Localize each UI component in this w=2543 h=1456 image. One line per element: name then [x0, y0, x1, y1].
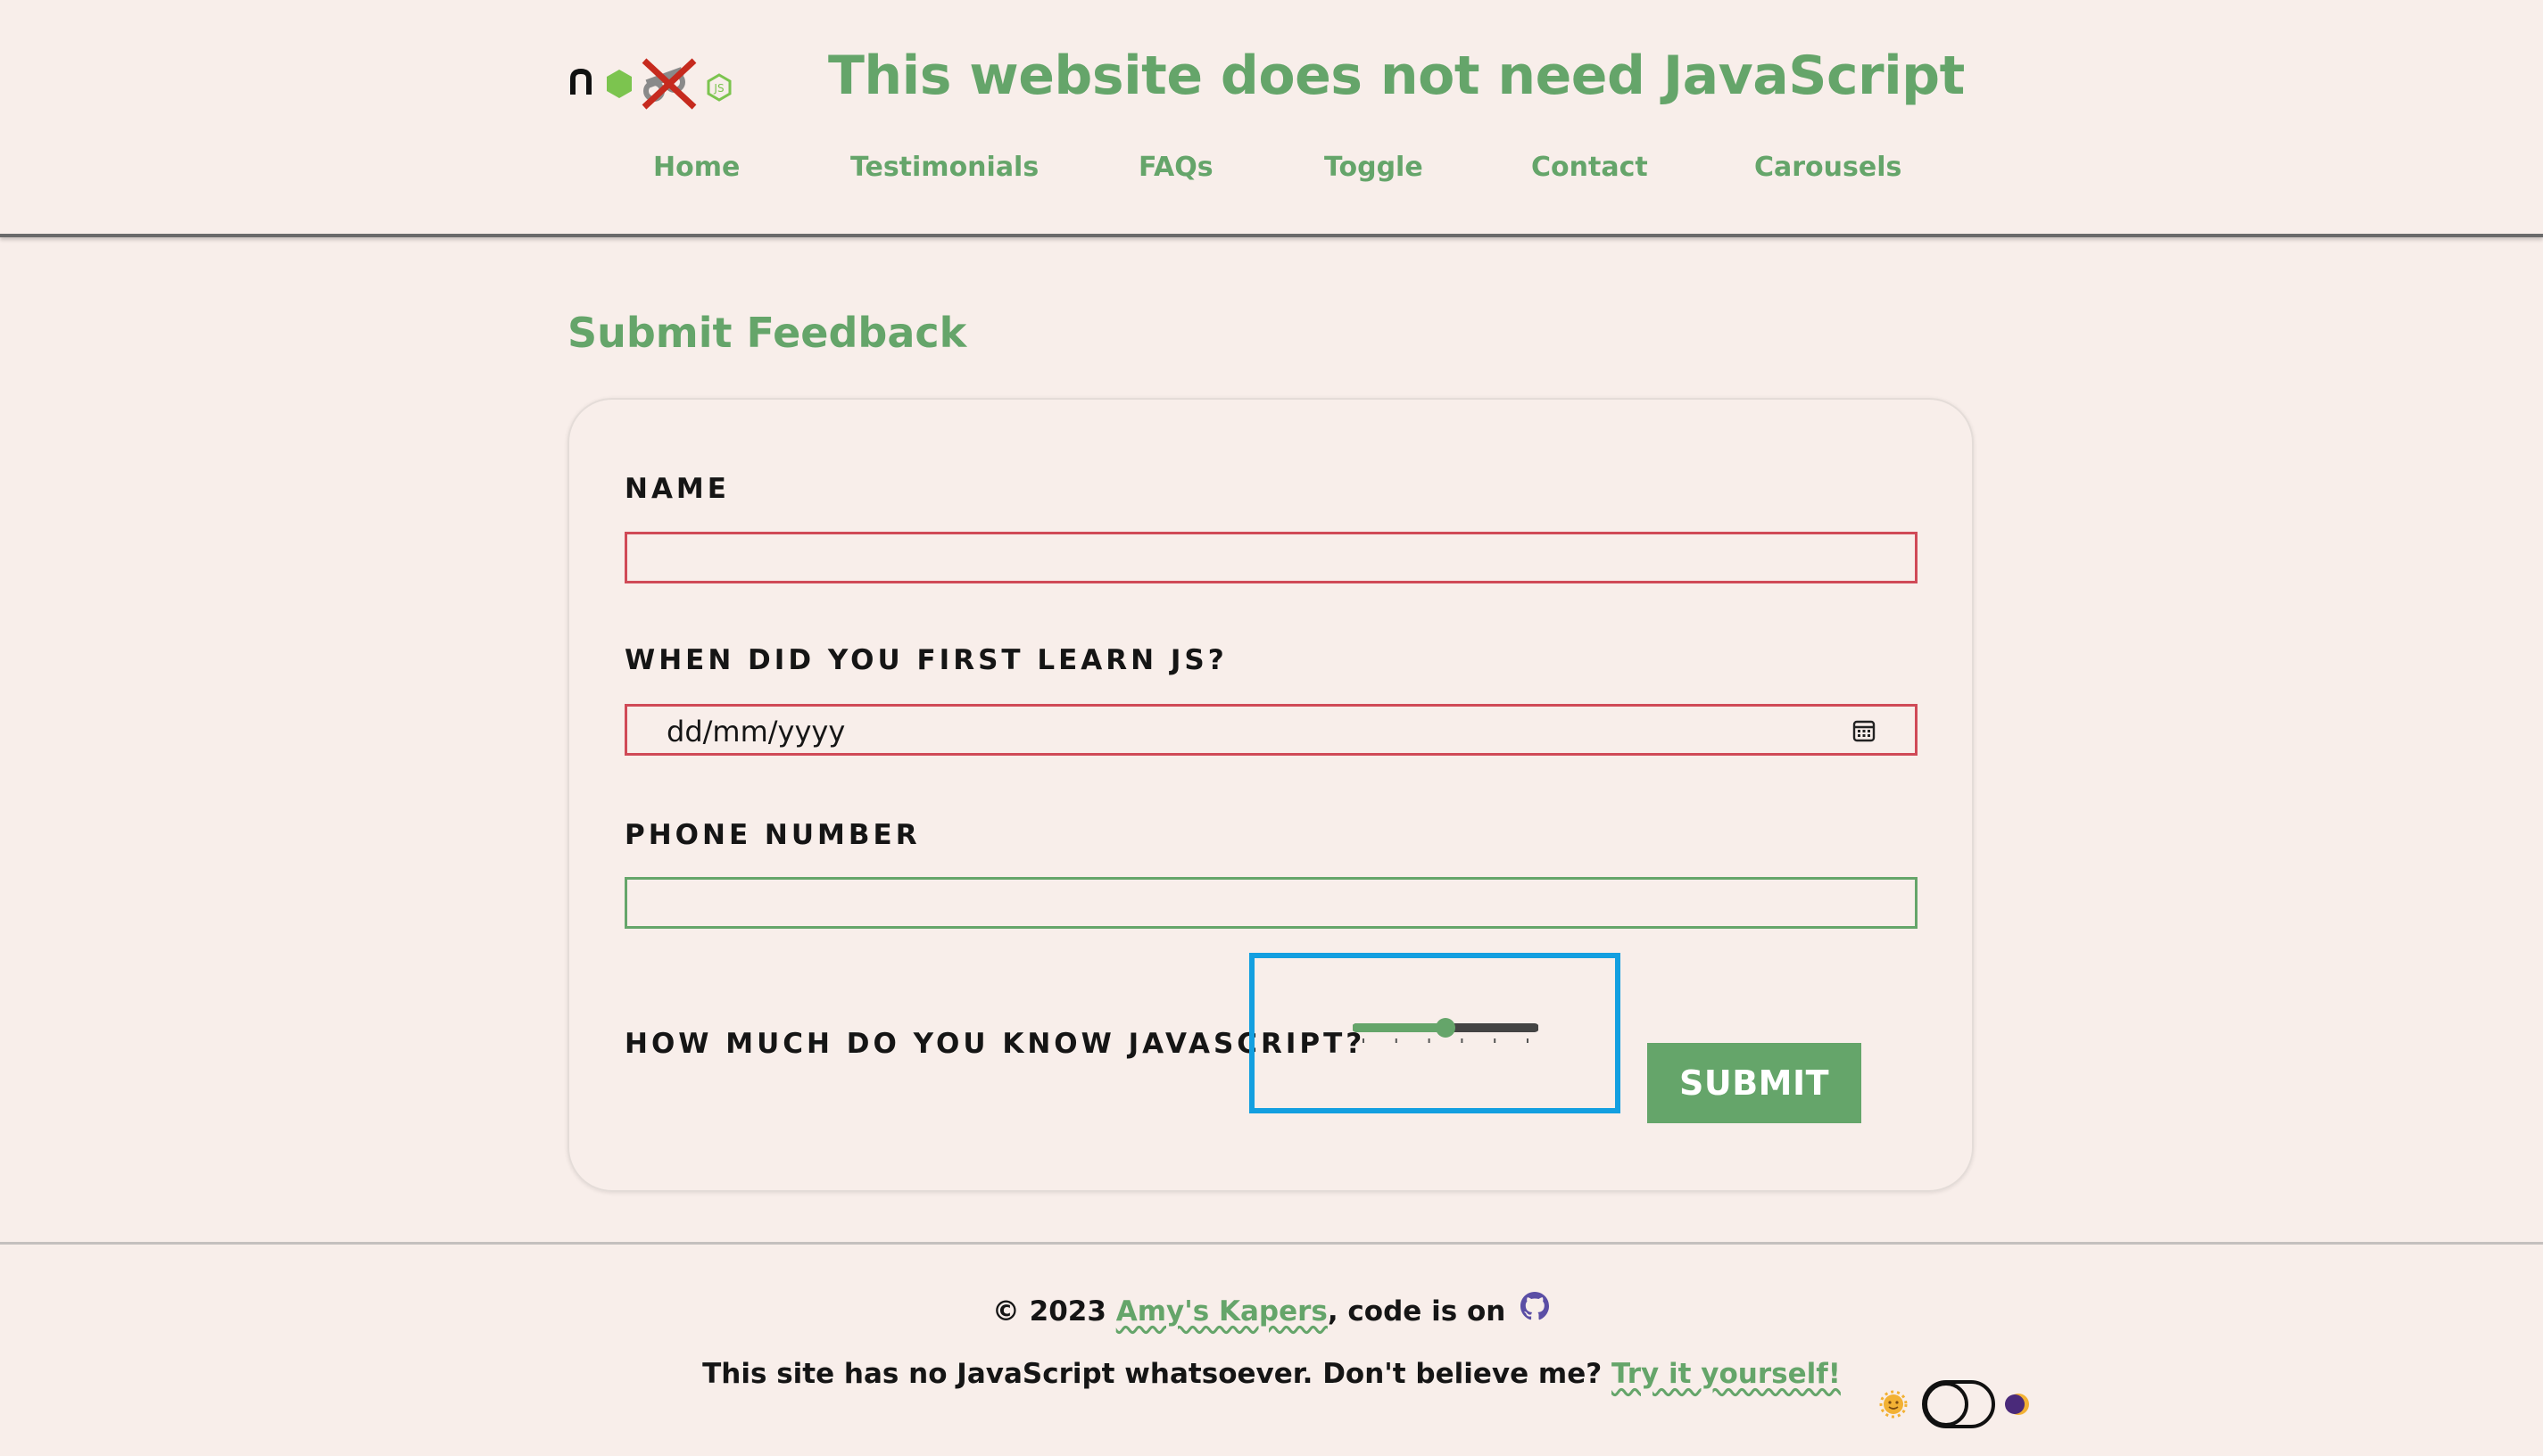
theme-toggle[interactable]	[1877, 1377, 2036, 1433]
site-header: JS This website does not need JavaScript…	[0, 0, 2543, 237]
no-js-text: This site has no JavaScript whatsoever. …	[702, 1358, 1603, 1390]
author-link[interactable]: Amy's Kapers	[1116, 1295, 1328, 1328]
name-input[interactable]	[625, 532, 1918, 583]
nextjs-icon	[570, 68, 592, 95]
nav-carousels[interactable]: Carousels	[1754, 152, 1901, 183]
calendar-icon[interactable]	[1852, 719, 1876, 742]
try-it-link[interactable]: Try it yourself!	[1611, 1358, 1841, 1390]
svg-text:JS: JS	[713, 82, 724, 95]
submit-button[interactable]: SUBMIT	[1647, 1043, 1861, 1123]
crossed-out-tools-icon	[642, 58, 697, 110]
nav-testimonials[interactable]: Testimonials	[850, 152, 1039, 183]
nav-faqs[interactable]: FAQs	[1139, 152, 1214, 183]
toggle-knob[interactable]	[1924, 1382, 1968, 1427]
date-placeholder: dd/mm/yyyy	[667, 715, 846, 749]
site-title: This website does not need JavaScript	[828, 45, 1965, 107]
nodejs-icon	[607, 70, 632, 98]
copyright-text: © 2023	[991, 1295, 1116, 1328]
page-title: Submit Feedback	[567, 309, 967, 357]
nodejs-small-icon: JS	[707, 73, 732, 102]
phone-label: PHONE NUMBER	[625, 819, 921, 851]
footer-divider	[0, 1242, 2543, 1245]
github-icon[interactable]	[1519, 1290, 1551, 1322]
slider-ticks	[1363, 1038, 1528, 1043]
sun-icon	[1879, 1390, 1908, 1419]
name-label: NAME	[625, 473, 730, 505]
knowledge-slider[interactable]	[1353, 1017, 1538, 1046]
nav-toggle[interactable]: Toggle	[1324, 152, 1423, 183]
moon-icon	[2005, 1394, 2029, 1415]
learn-date-label: WHEN DID YOU FIRST LEARN JS?	[625, 644, 1228, 676]
footer-no-js: This site has no JavaScript whatsoever. …	[0, 1358, 2543, 1390]
site-logo[interactable]: JS	[569, 55, 737, 116]
learn-date-input[interactable]: dd/mm/yyyy	[625, 704, 1918, 756]
phone-input[interactable]	[625, 877, 1918, 929]
nav-contact[interactable]: Contact	[1531, 152, 1648, 183]
code-is-on-text: , code is on	[1327, 1295, 1506, 1328]
footer-copyright: © 2023 Amy's Kapers, code is on	[0, 1290, 2543, 1328]
slider-thumb[interactable]	[1436, 1018, 1455, 1038]
nav-home[interactable]: Home	[653, 152, 740, 183]
